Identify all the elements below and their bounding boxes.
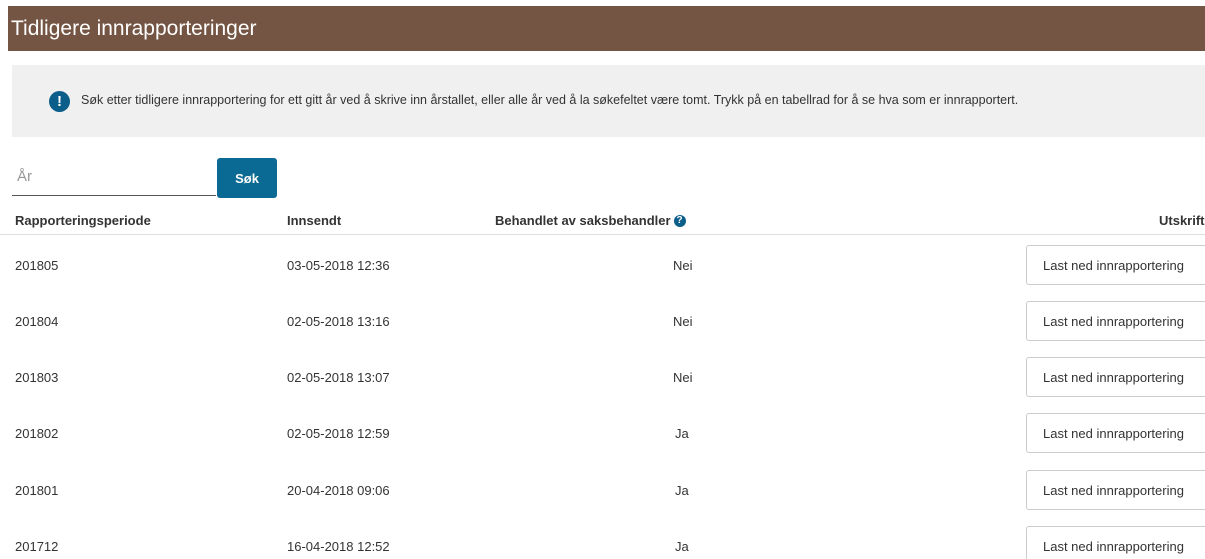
question-icon[interactable]: ?: [673, 214, 686, 227]
download-report-button[interactable]: Last ned innrapportering: [1026, 357, 1205, 397]
cell-sent: 02-05-2018 13:16: [287, 314, 390, 329]
table-row[interactable]: 201712 16-04-2018 12:52 Ja Last ned innr…: [0, 517, 1205, 559]
cell-period: 201801: [15, 483, 59, 498]
cell-handled: Ja: [675, 483, 689, 498]
cell-period: 201804: [15, 314, 59, 329]
info-box: ! Søk etter tidligere innrapportering fo…: [12, 65, 1205, 137]
download-report-button[interactable]: Last ned innrapportering: [1026, 413, 1205, 453]
page-title: Tidligere innrapporteringer: [11, 17, 257, 40]
column-header-handled-label: Behandlet av saksbehandler: [495, 213, 671, 228]
cell-handled: Nei: [673, 258, 693, 273]
year-search-input[interactable]: [12, 158, 216, 196]
cell-period: 201802: [15, 426, 59, 441]
column-header-handled: Behandlet av saksbehandler ?: [495, 213, 686, 228]
cell-period: 201803: [15, 370, 59, 385]
cell-handled: Nei: [673, 314, 693, 329]
cell-sent: 02-05-2018 12:59: [287, 426, 390, 441]
download-report-button[interactable]: Last ned innrapportering: [1026, 526, 1205, 559]
table-row[interactable]: 201802 02-05-2018 12:59 Ja Last ned innr…: [0, 404, 1205, 460]
table-header: Rapporteringsperiode Innsendt Behandlet …: [0, 204, 1205, 235]
column-header-sent: Innsendt: [287, 213, 342, 228]
cell-period: 201712: [15, 539, 59, 554]
info-text: Søk etter tidligere innrapportering for …: [81, 93, 1019, 107]
table-row[interactable]: 201805 03-05-2018 12:36 Nei Last ned inn…: [0, 236, 1205, 292]
cell-period: 201805: [15, 258, 59, 273]
cell-sent: 02-05-2018 13:07: [287, 370, 390, 385]
table-row[interactable]: 201801 20-04-2018 09:06 Ja Last ned innr…: [0, 461, 1205, 517]
download-report-button[interactable]: Last ned innrapportering: [1026, 301, 1205, 341]
cell-handled: Ja: [675, 539, 689, 554]
cell-handled: Nei: [673, 370, 693, 385]
page: Tidligere innrapporteringer ! Søk etter …: [0, 0, 1205, 559]
search-button[interactable]: Søk: [217, 158, 277, 198]
download-report-button[interactable]: Last ned innrapportering: [1026, 470, 1205, 510]
cell-sent: 20-04-2018 09:06: [287, 483, 390, 498]
cell-sent: 16-04-2018 12:52: [287, 539, 390, 554]
column-header-print: Utskrift: [1159, 213, 1205, 228]
cell-sent: 03-05-2018 12:36: [287, 258, 390, 273]
table-row[interactable]: 201804 02-05-2018 13:16 Nei Last ned inn…: [0, 292, 1205, 348]
cell-handled: Ja: [675, 426, 689, 441]
column-header-period: Rapporteringsperiode: [15, 213, 151, 228]
download-report-button[interactable]: Last ned innrapportering: [1026, 245, 1205, 285]
table-row[interactable]: 201803 02-05-2018 13:07 Nei Last ned inn…: [0, 348, 1205, 404]
page-header: Tidligere innrapporteringer: [8, 6, 1205, 51]
exclamation-icon: !: [49, 91, 70, 112]
